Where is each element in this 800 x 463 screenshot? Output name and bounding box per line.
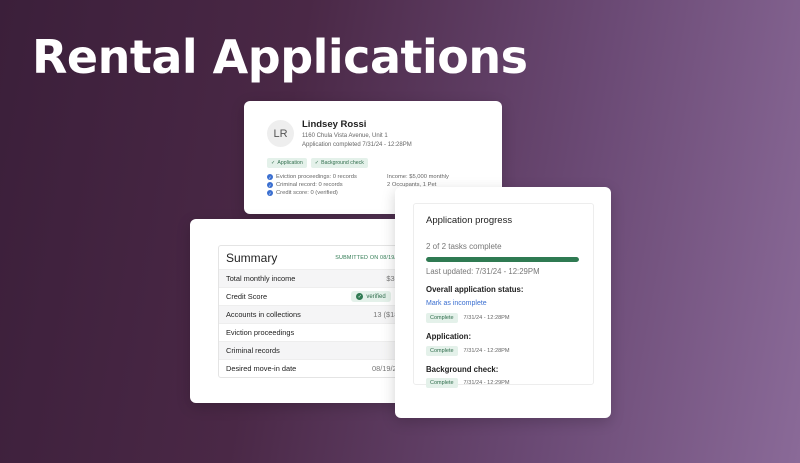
tag-list: ✓ Application ✓ Background check xyxy=(267,158,488,168)
row-label: Desired move-in date xyxy=(226,364,297,373)
check-icon: ✓ xyxy=(271,160,276,166)
tag-label: Application xyxy=(277,160,303,166)
page-title: Rental Applications xyxy=(32,30,528,84)
avatar: LR xyxy=(267,120,294,147)
complete-badge: Complete xyxy=(426,378,458,388)
application-heading: Application: xyxy=(426,332,472,341)
complete-badge: Complete xyxy=(426,313,458,323)
row-label: Accounts in collections xyxy=(226,310,301,319)
summary-card: Summary SUBMITTED ON 08/19/2022 Total mo… xyxy=(190,219,418,403)
tag-label: Background check xyxy=(321,160,364,166)
check-label: Credit score: 0 (verified) xyxy=(276,190,338,196)
table-row: Criminal records 17 xyxy=(219,341,417,359)
row-label: Eviction proceedings xyxy=(226,328,295,337)
row-label: Criminal records xyxy=(226,346,280,355)
progress-panel xyxy=(413,203,594,385)
task-count: 2 of 2 tasks complete xyxy=(426,242,502,251)
table-row: Desired move-in date 08/19/2022 xyxy=(219,359,417,377)
check-criminal: ✓ Criminal record: 0 records xyxy=(267,182,387,188)
check-icon: ✓ xyxy=(314,160,320,166)
check-label: Criminal record: 0 records xyxy=(276,182,343,188)
table-row: Total monthly income $3,000 xyxy=(219,269,417,287)
applicant-name: Lindsey Rossi xyxy=(302,119,367,130)
check-circle-icon: ✓ xyxy=(267,182,273,188)
application-status-line: Complete 7/31/24 - 12:28PM xyxy=(426,346,510,356)
row-label: Credit Score xyxy=(226,292,268,301)
status-time: 7/31/24 - 12:29PM xyxy=(463,380,510,386)
summary-table: Summary SUBMITTED ON 08/19/2022 Total mo… xyxy=(218,245,418,378)
check-circle-icon: ✓ xyxy=(356,293,364,300)
income-detail: Income: $5,000 monthly xyxy=(387,174,449,180)
row-label: Total monthly income xyxy=(226,274,296,283)
progress-title: Application progress xyxy=(426,215,513,226)
progress-bar-fill xyxy=(426,257,579,262)
check-circle-icon: ✓ xyxy=(267,174,273,180)
check-circle-icon: ✓ xyxy=(267,190,273,196)
verified-badge: ✓ verified xyxy=(351,291,391,302)
table-row: Accounts in collections 13 ($1849) xyxy=(219,305,417,323)
applicant-address: 1160 Chula Vista Avenue, Unit 1 xyxy=(302,133,388,139)
summary-title: Summary xyxy=(226,251,278,265)
tag-background-check: ✓ Background check xyxy=(310,158,368,168)
mark-incomplete-link[interactable]: Mark as incomplete xyxy=(426,300,487,307)
table-row: Eviction proceedings 4 xyxy=(219,323,417,341)
check-credit: ✓ Credit score: 0 (verified) xyxy=(267,190,387,196)
background-status-line: Complete 7/31/24 - 12:29PM xyxy=(426,378,510,388)
tag-application: ✓ Application xyxy=(267,158,307,168)
progress-bar xyxy=(426,257,579,262)
applicant-header: LR Lindsey Rossi 1160 Chula Vista Avenue… xyxy=(267,119,488,150)
progress-card: Application progress 2 of 2 tasks comple… xyxy=(395,187,611,418)
status-time: 7/31/24 - 12:28PM xyxy=(463,348,510,354)
check-label: Eviction proceedings: 0 records xyxy=(276,174,357,180)
summary-header: Summary SUBMITTED ON 08/19/2022 xyxy=(219,246,417,269)
overall-status-line: Complete 7/31/24 - 12:28PM xyxy=(426,313,510,323)
check-eviction: ✓ Eviction proceedings: 0 records xyxy=(267,174,387,180)
application-completed-time: Application completed 7/31/24 - 12:28PM xyxy=(302,142,412,148)
last-updated: Last updated: 7/31/24 - 12:29PM xyxy=(426,267,540,276)
complete-badge: Complete xyxy=(426,346,458,356)
table-row: Credit Score ✓ verified 486 xyxy=(219,287,417,305)
overall-status-heading: Overall application status: xyxy=(426,285,524,294)
verified-label: verified xyxy=(366,293,386,300)
background-check-heading: Background check: xyxy=(426,365,499,374)
status-time: 7/31/24 - 12:28PM xyxy=(463,315,510,321)
